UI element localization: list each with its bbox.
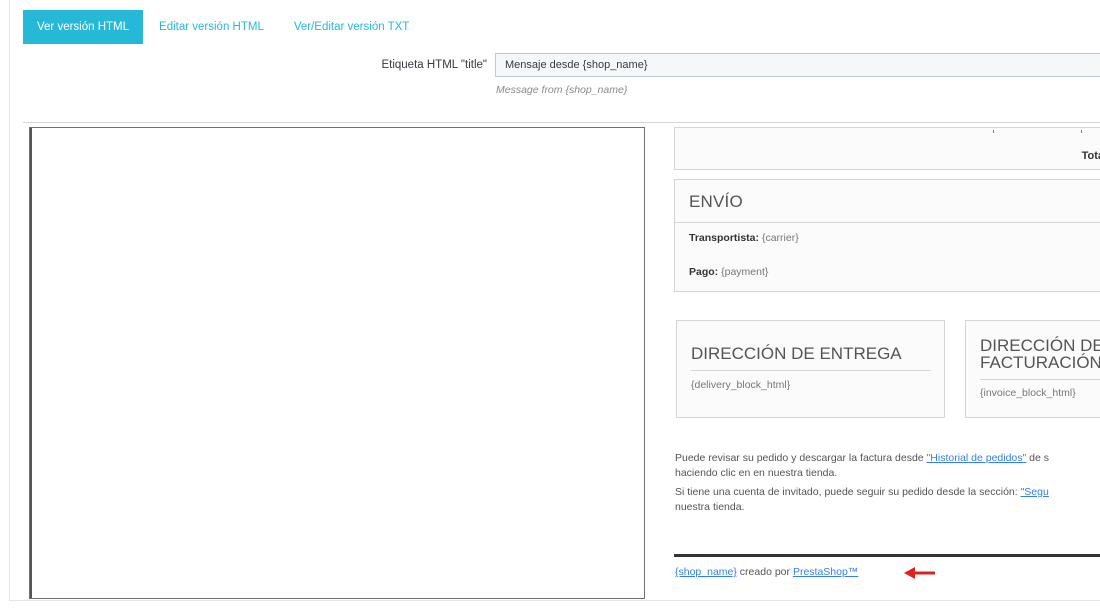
payment-label: Pago: [689,266,719,278]
guest-tracking-paragraph: Si tiene una cuenta de invitado, puede s… [675,486,1049,513]
order-history-paragraph: Puede revisar su pedido y descargar la f… [675,452,1050,479]
red-arrow-icon [904,567,935,579]
footer-text: {shop_name} creado por PrestaShop™ [675,566,859,578]
shipping-box: ENVÍO Transportista: {carrier} Pago: {pa… [674,179,1100,292]
shipping-heading: ENVÍO [689,192,743,211]
prestashop-link[interactable]: PrestaShop™ [793,566,858,578]
carrier-line: Transportista: {carrier} [689,232,799,244]
html-preview: Total pa ENVÍO Transportista: {carrier} … [650,127,1100,599]
tab-view-html[interactable]: Ver versión HTML [23,10,144,44]
total-label: Total pa [1081,150,1100,162]
invoice-address-box: DIRECCIÓN DE FACTURACIÓN {invoice_block_… [965,320,1100,418]
delivery-address-box: DIRECCIÓN DE ENTREGA {delivery_block_htm… [676,320,945,418]
payment-value: {payment} [721,266,769,278]
delivery-value: {delivery_block_html} [691,379,791,391]
carrier-value: {carrier} [761,232,799,244]
shop-name-link[interactable]: {shop_name} [675,566,737,578]
tab-edit-html[interactable]: Editar versión HTML [144,10,279,44]
delivery-heading: DIRECCIÓN DE ENTREGA [691,344,902,363]
title-input[interactable] [495,53,1100,77]
invoice-heading: DIRECCIÓN DE FACTURACIÓN [980,336,1100,372]
order-history-link[interactable]: "Historial de pedidos" [927,452,1027,464]
title-field-help: Message from {shop_name} [496,84,628,96]
version-tabs: Ver versión HTML Editar versión HTML Ver… [23,10,424,44]
guest-tracking-link[interactable]: "Segu [1021,486,1049,498]
totals-box: Total pa [674,127,1100,170]
payment-line: Pago: {payment} [689,266,768,278]
invoice-value: {invoice_block_html} [980,387,1076,399]
footer-divider [674,554,1100,557]
carrier-label: Transportista: [689,232,760,244]
html-source-pane[interactable] [29,127,645,599]
title-field-label: Etiqueta HTML "title" [381,59,487,71]
tab-edit-txt[interactable]: Ver/Editar versión TXT [279,10,424,44]
